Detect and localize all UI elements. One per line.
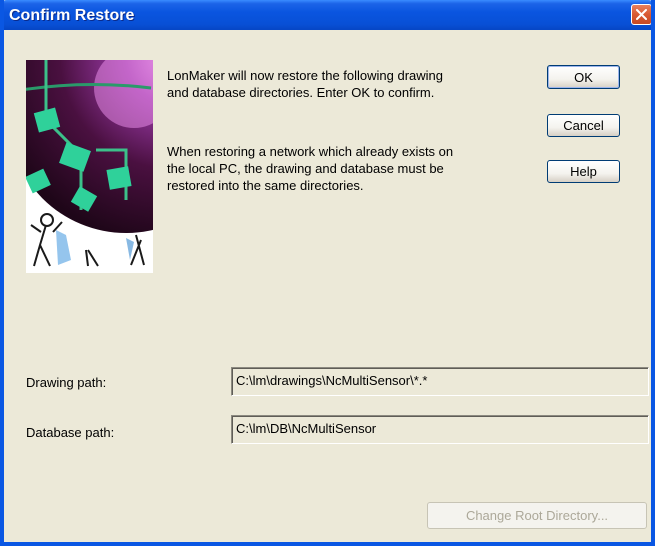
database-path-label: Database path: <box>26 425 115 440</box>
close-icon <box>636 9 647 20</box>
cancel-button[interactable]: Cancel <box>547 114 620 137</box>
title-bar[interactable]: Confirm Restore <box>4 0 651 30</box>
database-path-field: C:\lm\DB\NcMultiSensor <box>231 415 649 444</box>
help-button[interactable]: Help <box>547 160 620 183</box>
close-button[interactable] <box>631 4 651 25</box>
ok-button[interactable]: OK <box>547 65 620 89</box>
drawing-path-label: Drawing path: <box>26 375 107 390</box>
lonmaker-illustration <box>26 60 153 273</box>
drawing-path-field: C:\lm\drawings\NcMultiSensor\*.* <box>231 367 649 396</box>
restore-warning-message: When restoring a network which already e… <box>167 144 454 193</box>
restore-message: LonMaker will now restore the following … <box>167 68 444 100</box>
window-title: Confirm Restore <box>9 7 135 24</box>
change-root-directory-button[interactable]: Change Root Directory... <box>427 502 647 529</box>
confirm-restore-dialog: Confirm Restore LonMaker will now restor… <box>0 0 655 546</box>
